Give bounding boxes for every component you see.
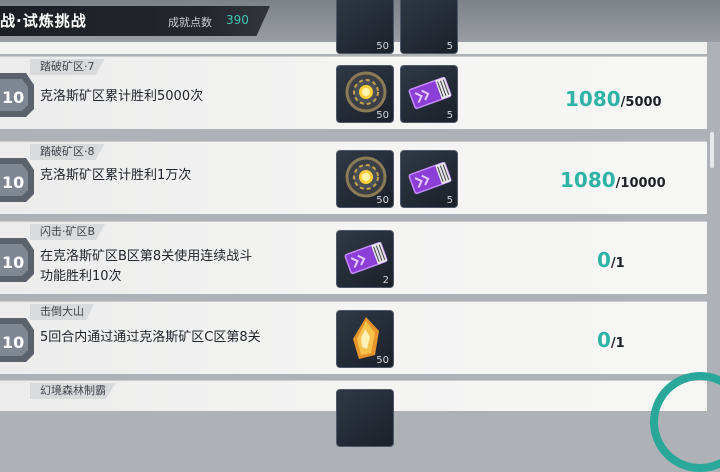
reward-quantity: 5 xyxy=(446,41,453,52)
reward-quantity: 50 xyxy=(376,41,389,52)
badge-number: 10 xyxy=(2,253,24,272)
achievement-points-value: 390 xyxy=(226,13,249,27)
achievement-progress: 1080/5000 xyxy=(565,87,662,111)
reward-ticket[interactable]: 2 xyxy=(336,230,394,288)
reward-quantity: 50 xyxy=(376,110,389,121)
reward-core-chip[interactable]: 50 xyxy=(336,65,394,123)
reward-quantity: 50 xyxy=(376,355,389,366)
achievement-category: 闪击·矿区B xyxy=(30,224,106,240)
badge-number: 10 xyxy=(2,333,24,352)
achievement-description-line1: 在克洛斯矿区B区第8关使用连续战斗 xyxy=(40,249,253,264)
achievement-category: 幻境森林制霸 xyxy=(30,383,116,399)
progress-current: 0 xyxy=(597,248,611,272)
achievement-row[interactable]: 10 击倒大山 5回合内通过通过克洛斯矿区C区第8关 50 0/1 xyxy=(0,301,707,374)
achievement-description: 克洛斯矿区累计胜利1万次 xyxy=(40,168,192,183)
page-title: 战·试炼挑战 xyxy=(0,12,87,30)
achievement-row-partial[interactable]: 幻境森林制霸 xyxy=(0,380,707,447)
rank-badge-icon: 10 xyxy=(0,318,34,362)
reward-core-chip[interactable]: 50 xyxy=(336,150,394,208)
achievement-row-partial[interactable]: 50 5 xyxy=(0,0,707,54)
achievement-points-label: 成就点数 xyxy=(168,16,212,29)
achievement-category: 击倒大山 xyxy=(30,304,94,320)
scrollbar-thumb[interactable] xyxy=(710,132,714,168)
progress-current: 0 xyxy=(597,328,611,352)
rank-badge-icon: 10 xyxy=(0,238,34,282)
reward-quantity: 5 xyxy=(446,195,453,206)
achievement-row[interactable]: 10 踏破矿区·7 克洛斯矿区累计胜利5000次 50 5 1080/5000 xyxy=(0,56,707,129)
achievement-progress: 0/1 xyxy=(597,248,625,272)
progress-total: /10000 xyxy=(615,176,666,191)
achievement-category: 踏破矿区·8 xyxy=(30,144,105,160)
rank-badge-icon: 10 xyxy=(0,158,34,202)
achievement-description: 克洛斯矿区累计胜利5000次 xyxy=(40,89,204,104)
achievement-progress: 0/1 xyxy=(597,328,625,352)
reward-quantity: 2 xyxy=(382,275,389,286)
reward-quantity: 5 xyxy=(446,110,453,121)
progress-current: 1080 xyxy=(560,168,616,192)
reward-slot[interactable]: 5 xyxy=(400,0,458,54)
badge-number: 10 xyxy=(2,173,24,192)
progress-current: 1080 xyxy=(565,87,621,111)
achievement-description-line2: 功能胜利10次 xyxy=(40,269,122,284)
badge-number: 10 xyxy=(2,88,24,107)
reward-fire-crystal[interactable]: 50 xyxy=(336,310,394,368)
reward-ticket[interactable]: 5 xyxy=(400,150,458,208)
reward-ticket[interactable]: 5 xyxy=(400,65,458,123)
achievement-progress: 1080/10000 xyxy=(560,168,666,192)
reward-slot[interactable]: 50 xyxy=(336,0,394,54)
achievement-row[interactable]: 10 踏破矿区·8 克洛斯矿区累计胜利1万次 50 5 1080/10000 xyxy=(0,141,707,214)
reward-slot[interactable] xyxy=(336,389,394,447)
achievement-description: 5回合内通过通过克洛斯矿区C区第8关 xyxy=(40,330,261,345)
achievement-category: 踏破矿区·7 xyxy=(30,59,105,75)
reward-quantity: 50 xyxy=(376,195,389,206)
achievement-row[interactable]: 10 闪击·矿区B 在克洛斯矿区B区第8关使用连续战斗 功能胜利10次 2 0/… xyxy=(0,221,707,294)
progress-total: /5000 xyxy=(620,95,662,110)
progress-total: /1 xyxy=(610,256,625,271)
rank-badge-icon: 10 xyxy=(0,73,34,117)
progress-total: /1 xyxy=(610,336,625,351)
